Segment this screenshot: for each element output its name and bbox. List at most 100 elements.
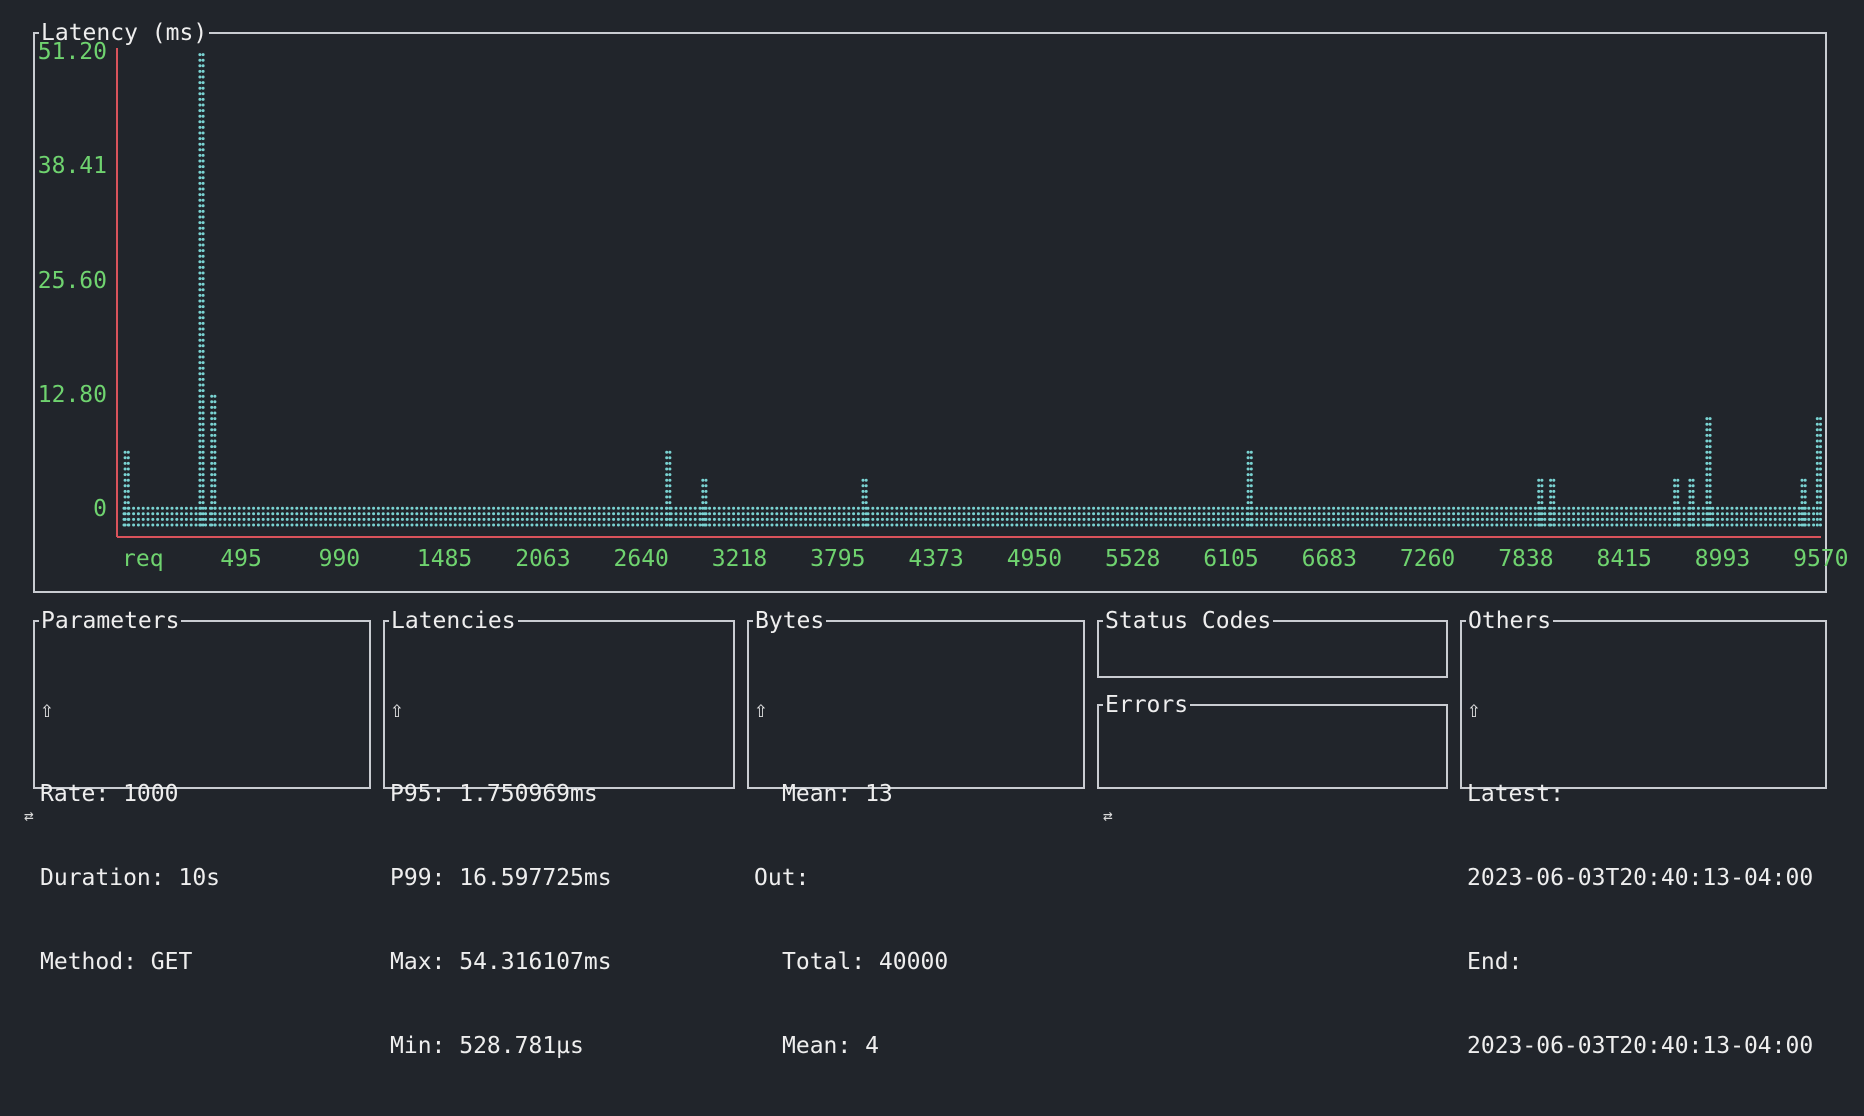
latency-point xyxy=(352,523,356,527)
latency-spike-point xyxy=(1691,495,1695,499)
latency-point xyxy=(1792,506,1796,510)
latency-spike-point xyxy=(210,428,214,432)
latency-point xyxy=(1327,523,1331,527)
latency-spike-point xyxy=(198,260,202,264)
latency-spike-point xyxy=(198,221,202,225)
latency-point xyxy=(520,512,524,516)
latency-point xyxy=(1053,506,1057,510)
latency-point xyxy=(444,506,448,510)
latency-point xyxy=(909,517,913,521)
latency-spike-point xyxy=(123,517,127,521)
latency-spike-point xyxy=(665,484,669,488)
latency-point xyxy=(1466,506,1470,510)
latency-spike-point xyxy=(210,439,214,443)
latency-point xyxy=(1356,512,1360,516)
latency-point xyxy=(1524,523,1528,527)
latency-point xyxy=(972,506,976,510)
latency-point xyxy=(160,517,164,521)
latency-point xyxy=(933,506,937,510)
latency-point xyxy=(1807,517,1811,521)
latency-spike-point xyxy=(1246,484,1250,488)
latency-point xyxy=(1581,512,1585,516)
latency-spike-point xyxy=(1708,495,1712,499)
swap-icon-left[interactable]: ⇄ xyxy=(24,806,34,825)
latencies-title: Latencies xyxy=(389,608,518,634)
latency-point xyxy=(410,512,414,516)
latency-point xyxy=(962,517,966,521)
latency-point xyxy=(698,523,702,527)
latency-spike-point xyxy=(201,439,205,443)
latency-point xyxy=(194,523,198,527)
latency-point xyxy=(261,523,265,527)
latency-point xyxy=(895,517,899,521)
latency-point xyxy=(1648,506,1652,510)
bytes-arrow-icon[interactable]: ⇧ xyxy=(754,696,1079,724)
latency-point xyxy=(477,506,481,510)
latency-point xyxy=(1519,506,1523,510)
others-latest-label: Latest: xyxy=(1467,781,1564,807)
parameters-arrow-icon[interactable]: ⇧ xyxy=(40,696,365,724)
latency-point xyxy=(1634,523,1638,527)
latency-point xyxy=(1504,506,1508,510)
latency-point xyxy=(1207,512,1211,516)
latency-spike-point xyxy=(1815,450,1819,454)
latency-point xyxy=(1648,523,1652,527)
latency-spike-point xyxy=(201,265,205,269)
latency-spike-point xyxy=(198,450,202,454)
latency-point xyxy=(760,506,764,510)
latency-point xyxy=(1240,517,1244,521)
latency-spike-point xyxy=(1708,478,1712,482)
latency-point xyxy=(1106,512,1110,516)
latency-spike-point xyxy=(201,383,205,387)
latency-point xyxy=(1471,517,1475,521)
latency-spike-point xyxy=(123,467,127,471)
latency-point xyxy=(1730,512,1734,516)
x-tick-label: 6683 xyxy=(1301,546,1357,572)
latency-point xyxy=(751,506,755,510)
latency-point xyxy=(784,506,788,510)
latency-point xyxy=(1567,506,1571,510)
latency-point xyxy=(439,512,443,516)
latencies-arrow-icon[interactable]: ⇧ xyxy=(390,696,729,724)
latency-point xyxy=(304,506,308,510)
latency-spike-point xyxy=(704,484,708,488)
latency-point xyxy=(1519,517,1523,521)
latency-point xyxy=(372,517,376,521)
latency-point xyxy=(856,517,860,521)
latency-point xyxy=(640,517,644,521)
latency-point xyxy=(1192,517,1196,521)
latency-point xyxy=(367,512,371,516)
latency-point xyxy=(1725,506,1729,510)
latency-spike-point xyxy=(665,456,669,460)
latency-spike-point xyxy=(1708,439,1712,443)
parameters-panel: Parameters ⇧ Rate: 1000 Duration: 10s Me… xyxy=(33,608,371,975)
latency-point xyxy=(472,523,476,527)
latency-point xyxy=(583,506,587,510)
latency-point xyxy=(1778,517,1782,521)
latency-spike-point xyxy=(701,523,705,527)
latency-point xyxy=(348,512,352,516)
latency-point xyxy=(1658,523,1662,527)
latency-point xyxy=(1456,517,1460,521)
latency-point xyxy=(568,512,572,516)
latency-spike-point xyxy=(213,467,217,471)
swap-icon-right[interactable]: ⇄ xyxy=(1103,806,1113,825)
latency-point xyxy=(1293,523,1297,527)
latency-point xyxy=(640,523,644,527)
latency-point xyxy=(1797,506,1801,510)
latency-point xyxy=(1682,512,1686,516)
others-arrow-icon[interactable]: ⇧ xyxy=(1467,696,1821,724)
y-tick-label: 0 xyxy=(93,496,107,522)
latency-point xyxy=(348,517,352,521)
latency-point xyxy=(1447,523,1451,527)
latency-point xyxy=(1490,512,1494,516)
latency-point xyxy=(655,517,659,521)
latency-point xyxy=(712,523,716,527)
latency-point xyxy=(1778,506,1782,510)
latency-point xyxy=(712,512,716,516)
latency-point xyxy=(924,512,928,516)
latency-point xyxy=(276,517,280,521)
latency-point xyxy=(1624,512,1628,516)
latency-point xyxy=(1812,512,1816,516)
latency-point xyxy=(1543,512,1547,516)
